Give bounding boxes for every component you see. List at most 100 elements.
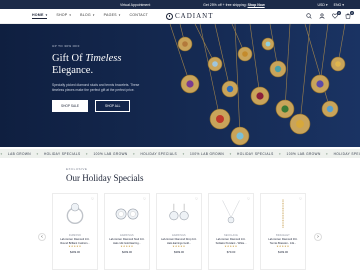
wishlist-heart-icon[interactable]: ♡ [91, 197, 94, 201]
hero-title: Gift Of Timeless Elegance. [52, 53, 122, 76]
ring-icon [66, 203, 84, 225]
pendant-icon [321, 100, 339, 118]
product-name[interactable]: Lab-Grown Diamond Drop 1Ct. Halo Earring… [157, 237, 201, 245]
promo-prefix: Get 25% off + free shipping: [203, 2, 248, 7]
pendant-icon [221, 80, 239, 98]
pendant-icon [180, 74, 200, 94]
cart-icon[interactable]: 0 [344, 11, 354, 20]
pendant-icon [261, 37, 275, 51]
drops-icon [169, 203, 189, 221]
main-nav: HOME ▾ SHOP ▾ BLOG ▾ PAGES ▾ CONTACT [32, 13, 148, 19]
pendant-icon [207, 56, 223, 72]
pendant-icon [222, 200, 240, 224]
product-name[interactable]: Lab-Grown Diamond Stud 1Ct. Halo 14k Gol… [105, 237, 149, 245]
shop-all-button[interactable]: SHOP ALL [95, 100, 131, 113]
nav-blog[interactable]: BLOG ▾ [80, 13, 95, 19]
wishlist-heart-icon[interactable]: ♡ [143, 197, 146, 201]
hero-eyebrow: UP TO 30% OFF [52, 44, 80, 48]
rating-stars: ★★★★★ [68, 245, 82, 249]
ticker-item: LAB GROWN [7, 151, 32, 156]
ticker-item: 100% LAB GROWN [286, 151, 321, 156]
product-price: $399.00 [173, 250, 185, 255]
wishlist-heart-icon[interactable]: ♡ [195, 197, 198, 201]
ticker-item: HOLIDAY SPECIALS [237, 151, 274, 156]
pendant-icon [250, 86, 270, 106]
product-name[interactable]: Lab-Grown Diamond 1Ct. Solitaire Pendant… [209, 237, 253, 245]
product-card[interactable]: ♡ BRACELET Lab-Grown Diamond 3Ct. Tennis B… [260, 193, 306, 270]
cart-count-badge: 0 [350, 11, 354, 15]
nav-shop[interactable]: SHOP ▾ [56, 13, 71, 19]
wishlist-icon[interactable]: 0 [331, 11, 341, 20]
promo-text: Get 25% off + free shipping: Shop Now [203, 3, 265, 7]
product-price: $199.00 [277, 250, 289, 255]
hero-copy: UP TO 30% OFF Gift Of Timeless Elegance.… [52, 44, 162, 113]
rating-stars: ★★★★★ [276, 245, 290, 249]
sparkle-icon: ✦ [85, 151, 89, 156]
hero-actions: SHOP SALE SHOP ALL [52, 100, 162, 113]
carousel-next-button[interactable]: › [314, 233, 322, 241]
site-logo[interactable]: CADIANT [166, 12, 214, 20]
carousel-prev-button[interactable]: ‹ [38, 233, 46, 241]
product-image[interactable]: ♡ [209, 194, 253, 234]
shop-sale-button[interactable]: SHOP SALE [52, 100, 89, 113]
chevron-right-icon: › [317, 234, 319, 240]
product-card[interactable]: ♡ NECKLACE Lab-Grown Diamond 1Ct. Solitair… [208, 193, 254, 270]
account-icon[interactable] [318, 12, 326, 20]
pendant-icon [275, 99, 295, 119]
product-price: $299.00 [121, 250, 133, 255]
product-image[interactable]: ♡ [261, 194, 305, 234]
ticker-item: 100% LAB GROWN [189, 151, 225, 156]
rating-stars: ★★★★★ [172, 245, 186, 249]
language-select[interactable]: ENG [334, 3, 344, 7]
logo-text: CADIANT [175, 12, 214, 20]
product-image[interactable]: ♡ [157, 194, 201, 234]
sparkle-icon: ✦ [132, 151, 136, 156]
product-image[interactable]: ♡ [53, 194, 97, 234]
product-name[interactable]: Lab-Grown Diamond 1Ct. Round Brilliant C… [53, 237, 97, 245]
nav-pages[interactable]: PAGES ▾ [104, 13, 121, 19]
sparkle-icon: ✦ [325, 151, 329, 156]
sparkle-icon: ✦ [229, 151, 233, 156]
promo-ticker: ✦ LAB GROWN ✦ HOLIDAY SPECIALS ✦ 100% LAB GRO… [0, 149, 360, 158]
product-price: $79.00 [226, 250, 236, 255]
currency-select[interactable]: USD [318, 3, 328, 7]
ticker-item: HOLIDAY SPECIALS [43, 151, 81, 156]
locale-selectors: USD ENG [318, 3, 344, 7]
chevron-down-icon: ▾ [91, 13, 95, 17]
chevron-down-icon: ▾ [44, 13, 48, 17]
header-actions: 0 0 [305, 11, 354, 20]
product-card[interactable]: ♡ DIAMOND Lab-Grown Diamond 1Ct. Round Bri… [52, 193, 98, 270]
search-icon[interactable] [305, 12, 313, 20]
hero-subtitle: Specially picked diamond studs and tenni… [52, 83, 140, 92]
nav-home[interactable]: HOME ▾ [32, 13, 48, 19]
product-name[interactable]: Lab-Grown Diamond 3Ct. Tennis Bracelet -… [261, 237, 305, 245]
nav-contact[interactable]: CONTACT [130, 13, 149, 19]
section-title: Our Holiday Specials [66, 173, 144, 183]
wishlist-heart-icon[interactable]: ♡ [247, 197, 250, 201]
ticker-item: HOLIDAY SPECIALS [140, 151, 178, 156]
pendant-icon [209, 108, 231, 130]
section-eyebrow: EXCLUSIVE [66, 167, 88, 171]
pendant-icon [237, 46, 253, 62]
sparkle-icon: ✦ [182, 151, 185, 156]
pendant-icon [330, 56, 346, 72]
ticker-item: HOLIDAY SPECIALS [333, 151, 360, 156]
shop-now-link[interactable]: Shop Now [248, 3, 265, 7]
pendant-icon [269, 60, 287, 78]
sparkle-icon: ✦ [36, 151, 39, 156]
virtual-appointment-link[interactable]: Virtual Appointment [120, 3, 150, 7]
product-card[interactable]: ♡ EARRINGS Lab-Grown Diamond Drop 1Ct. Hal… [156, 193, 202, 270]
chevron-left-icon: ‹ [41, 234, 43, 240]
product-image[interactable]: ♡ [105, 194, 149, 234]
logo-mark-icon [166, 12, 173, 20]
rating-stars: ★★★★★ [224, 245, 238, 249]
hero-banner: UP TO 30% OFF Gift Of Timeless Elegance.… [0, 24, 360, 147]
studs-icon [115, 208, 139, 220]
chain-icon [282, 199, 284, 229]
pendant-icon [289, 113, 311, 135]
chevron-down-icon: ▾ [68, 13, 72, 17]
product-card[interactable]: ♡ EARRINGS Lab-Grown Diamond Stud 1Ct. Hal… [104, 193, 150, 270]
ticker-item: 100% LAB GROWN [93, 151, 128, 156]
wishlist-heart-icon[interactable]: ♡ [299, 197, 302, 201]
pendant-icon [310, 74, 330, 94]
